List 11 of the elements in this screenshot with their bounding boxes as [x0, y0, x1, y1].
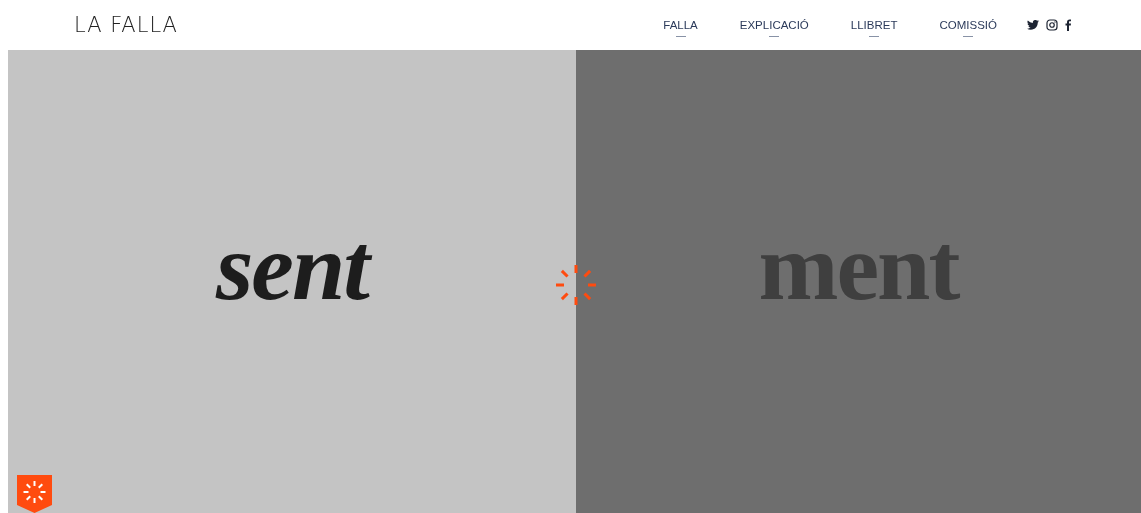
- nav-link[interactable]: EXPLICACIÓ: [739, 19, 809, 37]
- site-logo[interactable]: LA FALLA: [74, 13, 178, 37]
- facebook-icon[interactable]: [1065, 19, 1071, 31]
- badge-icon[interactable]: [16, 475, 53, 513]
- split-panel[interactable]: sent: [8, 50, 576, 513]
- sunburst-icon: [555, 264, 597, 306]
- twitter-icon[interactable]: [1027, 20, 1039, 30]
- instagram-icon[interactable]: [1046, 19, 1058, 31]
- nav-link[interactable]: COMISSIÓ: [939, 19, 997, 37]
- nav-link[interactable]: FALLA: [663, 19, 698, 37]
- nav-link[interactable]: LLIBRET: [850, 19, 898, 37]
